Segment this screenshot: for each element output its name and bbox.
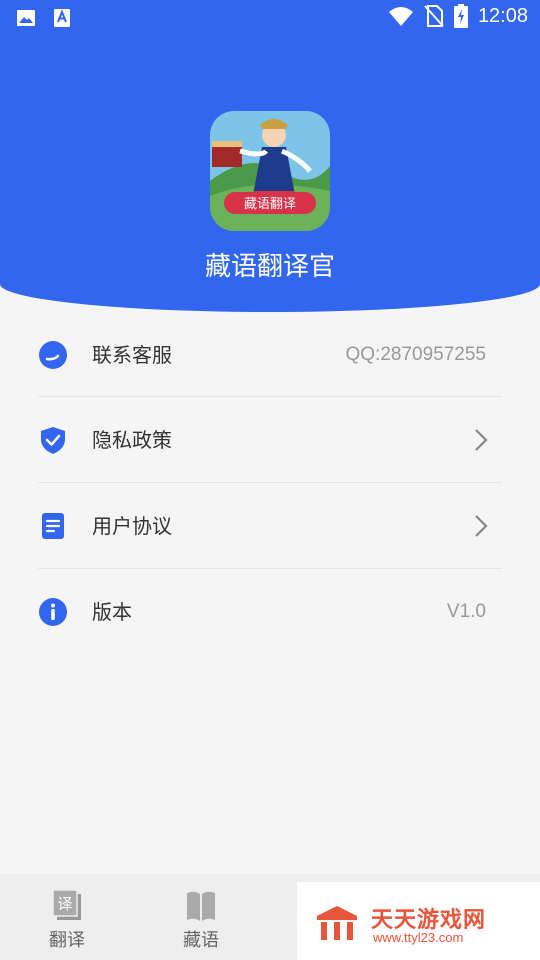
version-value: V1.0 (446, 601, 486, 622)
logo-badge-text: 藏语翻译 (244, 197, 296, 212)
app-logo: 藏语翻译 (210, 111, 330, 231)
watermark-url: www.ttyl23.com (373, 930, 464, 945)
image-icon (17, 10, 35, 26)
watermark: 天天游戏网 www.ttyl23.com (297, 882, 540, 960)
translate-icon: 译 (52, 889, 81, 920)
nav-label: 翻译 (49, 930, 85, 951)
menu-label: 隐私政策 (92, 428, 172, 452)
document-icon (42, 513, 64, 539)
book-icon (187, 891, 215, 921)
menu-item-privacy[interactable]: 隐私政策 (38, 397, 502, 483)
watermark-logo-icon (317, 906, 357, 940)
qq-number: QQ:2870957255 (345, 344, 486, 365)
shield-check-icon (41, 427, 65, 454)
header-banner: 12:08 藏语翻译 藏语翻译官 (0, 0, 540, 312)
status-bar: 12:08 (0, 0, 540, 36)
info-icon (39, 598, 67, 626)
menu-label: 联系客服 (92, 343, 172, 367)
svg-text:译: 译 (57, 895, 72, 913)
nav-tab-translate[interactable]: 译 翻译 (32, 888, 102, 952)
customer-service-icon (39, 341, 67, 369)
app-name: 藏语翻译官 (204, 252, 335, 282)
chevron-right-icon (475, 515, 488, 537)
nav-tab-tibetan[interactable]: 藏语 (166, 888, 236, 952)
menu-label: 用户协议 (92, 514, 172, 538)
menu-item-version[interactable]: 版本 V1.0 (38, 569, 502, 655)
menu-item-contact[interactable]: 联系客服 QQ:2870957255 (38, 312, 502, 398)
nav-label: 藏语 (183, 930, 219, 951)
text-a-icon (54, 9, 70, 27)
battery-charging-icon (453, 4, 468, 28)
menu-label: 版本 (92, 600, 132, 624)
wifi-icon (388, 7, 413, 26)
clock: 12:08 (477, 4, 528, 27)
menu-item-user-agreement[interactable]: 用户协议 (38, 483, 502, 569)
no-sim-icon (424, 5, 444, 27)
chevron-right-icon (475, 429, 488, 451)
